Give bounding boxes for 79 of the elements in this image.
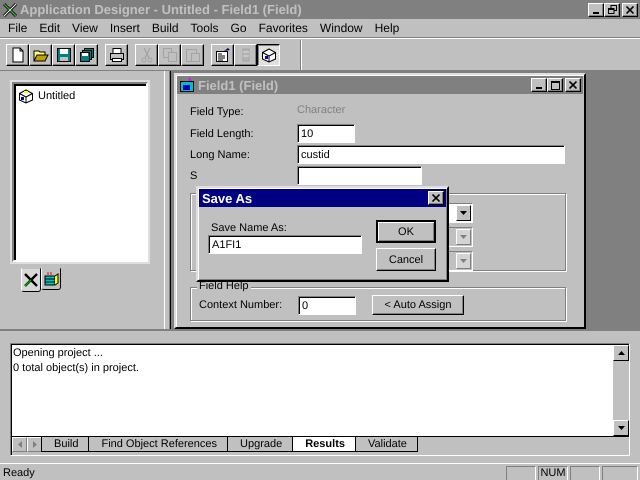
dialog-button[interactable]: OK: [376, 220, 436, 243]
clipboard-icon: [184, 46, 200, 62]
close-icon: [569, 81, 577, 89]
toolbar-button[interactable]: [257, 44, 280, 66]
output-tab[interactable]: Find Object References: [88, 437, 228, 452]
minimize-icon: [536, 87, 542, 89]
status-indicator: NUM: [538, 466, 568, 480]
menu-item[interactable]: View: [66, 20, 104, 36]
log-line: 0 total object(s) in project.: [13, 361, 140, 376]
tab-left-icon[interactable]: [12, 437, 27, 452]
minimize-button[interactable]: [588, 2, 604, 16]
window-title: Field1 (Field): [198, 78, 278, 92]
cube-stack-icon: [43, 271, 59, 287]
dropdown-button[interactable]: [456, 205, 471, 221]
scroll-up-icon[interactable]: [613, 345, 629, 361]
app-title: Application Designer - Untitled - Field1 (Field): [20, 2, 303, 17]
dialog-button[interactable]: Cancel: [376, 248, 436, 271]
box-icon: [18, 88, 34, 104]
field-label: Context Number:: [199, 299, 284, 311]
menu-item[interactable]: Build: [146, 20, 185, 36]
blank-page-icon: [10, 46, 26, 62]
dropdown-arrow-icon: [460, 259, 467, 263]
close-icon: [626, 6, 634, 14]
minimize-icon: [593, 12, 599, 14]
field-label: Field Type:: [190, 106, 244, 118]
auto-assign-button[interactable]: < Auto Assign: [372, 295, 464, 315]
menu-item[interactable]: File: [2, 20, 34, 36]
status-pane: [570, 466, 600, 480]
status-pane: [506, 466, 536, 480]
status-text: Ready: [3, 467, 36, 479]
close-button[interactable]: [428, 191, 444, 205]
workspace-tab[interactable]: [41, 268, 61, 290]
field-label: S: [190, 170, 198, 182]
tree-item[interactable]: Untitled: [18, 88, 78, 104]
input-field[interactable]: custid: [297, 145, 565, 164]
dialog-title: Save As: [202, 190, 254, 206]
scroll-down-icon[interactable]: [613, 420, 629, 436]
menu-item[interactable]: Window: [314, 20, 369, 36]
form-icon: [214, 46, 230, 62]
tools-icon: [23, 272, 39, 288]
menu-item[interactable]: Insert: [104, 20, 146, 36]
input-field[interactable]: 10: [297, 124, 355, 143]
tab-right-icon[interactable]: [27, 437, 42, 452]
input-field[interactable]: 0: [298, 296, 356, 314]
output-tab[interactable]: Results: [292, 437, 356, 452]
maximize-icon: [550, 80, 560, 90]
field-label: Field Length:: [190, 128, 254, 140]
close-button[interactable]: [622, 2, 638, 16]
menu-item[interactable]: Tools: [184, 20, 225, 36]
log-line: Opening project ...: [13, 346, 104, 361]
box-icon: [260, 46, 276, 62]
field-value: Character: [297, 103, 346, 118]
dropdown-arrow-icon: [460, 211, 467, 215]
menu-item[interactable]: Go: [224, 20, 253, 36]
restore-icon: [608, 5, 616, 14]
input-field[interactable]: A1FI1: [208, 235, 362, 254]
dropdown-arrow-icon: [460, 235, 467, 239]
menu-item[interactable]: Edit: [33, 20, 66, 36]
field-label: Save Name As:: [210, 222, 288, 234]
workspace-tab[interactable]: [21, 268, 41, 292]
menu-item[interactable]: Help: [368, 20, 406, 36]
printer-icon: [108, 46, 124, 62]
field-icon: [179, 77, 195, 93]
maximize-button[interactable]: [547, 78, 563, 92]
field-label: Long Name:: [190, 148, 250, 160]
menu-item[interactable]: Favorites: [252, 20, 314, 36]
input-field[interactable]: [297, 166, 422, 185]
close-button[interactable]: [565, 78, 581, 92]
minimize-button[interactable]: [531, 78, 547, 92]
scissors-icon: [138, 46, 154, 62]
tools-icon: [2, 2, 18, 18]
output-tab[interactable]: Validate: [354, 437, 418, 452]
stacked-disks-icon: [78, 46, 94, 62]
close-icon: [432, 194, 440, 202]
output-tab[interactable]: Build: [41, 437, 90, 452]
copy-icon: [162, 46, 178, 62]
scrollbar[interactable]: [613, 345, 629, 436]
restore-button[interactable]: [604, 2, 620, 16]
status-pane: [602, 466, 638, 480]
